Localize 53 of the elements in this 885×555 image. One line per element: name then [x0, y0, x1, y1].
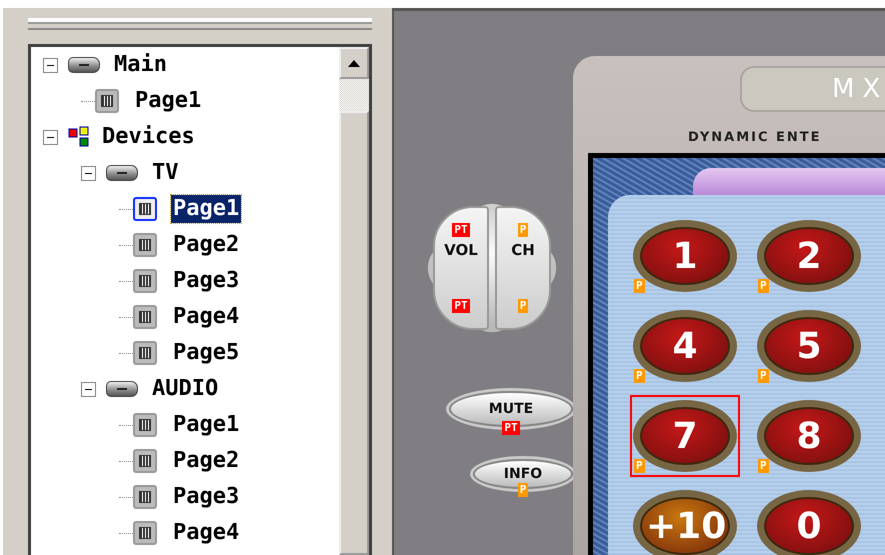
- device-icon: [68, 57, 100, 73]
- badge: P: [634, 459, 645, 473]
- badge: PT: [502, 421, 520, 435]
- panel-grip[interactable]: [28, 18, 372, 30]
- calculator-page-icon: [133, 449, 157, 473]
- calculator-page-icon: [133, 233, 157, 257]
- badge: P: [758, 369, 769, 383]
- calculator-page-icon: [133, 305, 157, 329]
- calculator-page-icon: [133, 521, 157, 545]
- device-icon: [106, 381, 138, 397]
- rocker-button[interactable]: CH: [511, 241, 535, 259]
- tree-item[interactable]: Page1: [171, 195, 242, 223]
- tree-item[interactable]: Page1: [133, 87, 204, 115]
- calculator-page-icon: [133, 485, 157, 509]
- tree-item[interactable]: Page4: [171, 519, 242, 547]
- badge: P: [634, 279, 645, 293]
- calculator-page-icon: [133, 341, 157, 365]
- brand-text: DYNAMIC ENTE: [688, 130, 823, 145]
- tree-item[interactable]: Page4: [171, 303, 242, 331]
- calculator-page-icon: [95, 89, 119, 113]
- badge: P: [518, 483, 528, 497]
- badge: P: [634, 369, 645, 383]
- badge: P: [518, 299, 528, 313]
- tree-item[interactable]: Page2: [171, 231, 242, 259]
- scrollbar-thumb[interactable]: [339, 111, 369, 555]
- tree-item[interactable]: Page2: [171, 447, 242, 475]
- scroll-up-button[interactable]: [339, 47, 369, 79]
- collapse-toggle[interactable]: [43, 58, 58, 72]
- tree-item[interactable]: AUDIO: [150, 375, 220, 403]
- rocker-button[interactable]: VOL: [444, 241, 478, 259]
- calculator-page-icon: [133, 413, 157, 437]
- number-key[interactable]: +10: [633, 490, 737, 555]
- collapse-toggle[interactable]: [81, 166, 96, 180]
- calculator-page-icon: [133, 269, 157, 293]
- tree-item[interactable]: Page5: [171, 339, 242, 367]
- badge: PT: [452, 223, 470, 237]
- collapse-toggle[interactable]: [43, 130, 58, 144]
- badge: P: [518, 223, 528, 237]
- collapse-toggle[interactable]: [81, 382, 96, 396]
- color-squares-icon: [68, 126, 90, 148]
- tree-item[interactable]: Page3: [171, 483, 242, 511]
- badge: PT: [452, 299, 470, 313]
- tree-item[interactable]: Page1: [171, 411, 242, 439]
- badge: P: [758, 459, 769, 473]
- device-icon: [106, 165, 138, 181]
- badge: P: [758, 279, 769, 293]
- tree-item[interactable]: Devices: [100, 123, 197, 151]
- model-label: MX: [740, 66, 885, 112]
- number-key[interactable]: 0: [757, 490, 861, 555]
- tree-item[interactable]: Main: [112, 51, 169, 79]
- tree-item[interactable]: TV: [150, 159, 180, 187]
- tree-item[interactable]: Page3: [171, 267, 242, 295]
- calculator-page-icon: [133, 197, 157, 221]
